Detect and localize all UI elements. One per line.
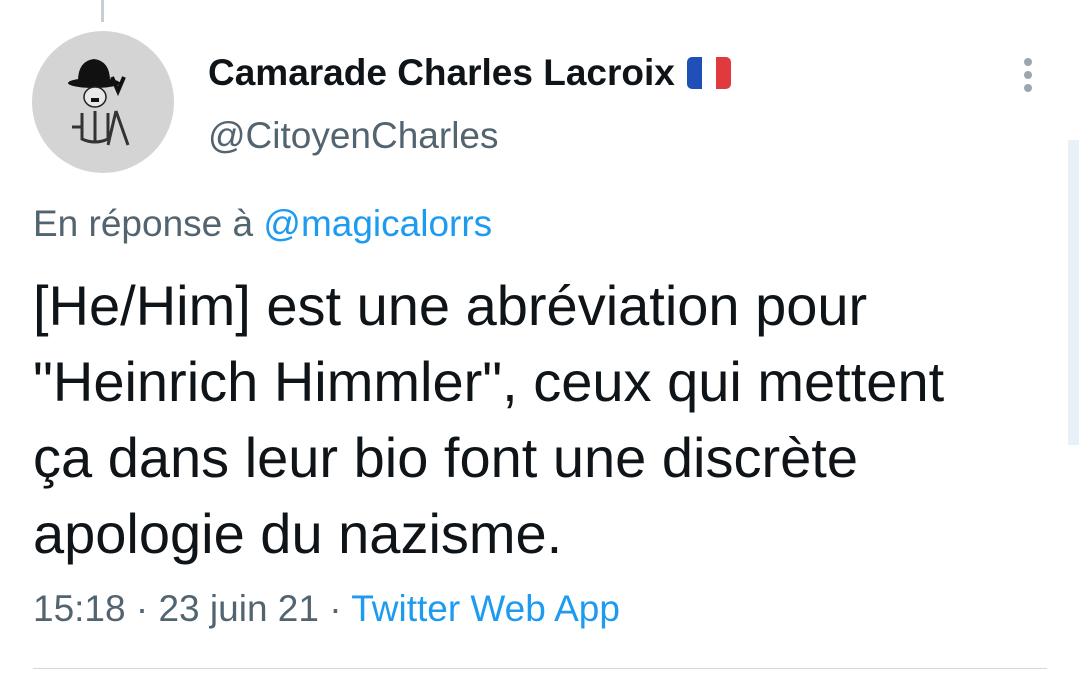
tweet-text: [He/Him] est une abréviation pour "Heinr…	[33, 268, 1043, 572]
tweet-date[interactable]: 23 juin 21	[158, 588, 318, 629]
reply-mention-link[interactable]: @magicalorrs	[263, 203, 492, 244]
tweet-metadata: 15:18 · 23 juin 21 · Twitter Web App	[33, 588, 620, 630]
divider	[33, 668, 1047, 669]
reply-context: En réponse à @magicalorrs	[33, 203, 492, 245]
tweet-line: "Heinrich Himmler", ceux qui mettent	[33, 350, 945, 413]
flag-white-stripe	[701, 57, 717, 89]
thread-connector-line	[101, 0, 104, 22]
author-name-text: Camarade Charles Lacroix	[208, 52, 675, 93]
tweet-line: [He/Him] est une abréviation pour	[33, 274, 868, 337]
more-dot	[1024, 58, 1032, 66]
more-options-icon[interactable]	[1010, 52, 1046, 98]
tweet-source-link[interactable]: Twitter Web App	[351, 588, 620, 629]
avatar-illustration	[68, 59, 130, 146]
avatar[interactable]	[32, 31, 174, 173]
more-dot	[1024, 84, 1032, 92]
tweet-line: ça dans leur bio font une discrète	[33, 426, 858, 489]
author-handle[interactable]: @CitoyenCharles	[208, 115, 499, 157]
france-flag-icon	[686, 57, 731, 89]
tweet-line: apologie du nazisme.	[33, 502, 563, 565]
reply-prefix: En réponse à	[33, 203, 254, 244]
tweet-time[interactable]: 15:18	[33, 588, 126, 629]
flag-blue-stripe	[686, 57, 702, 89]
meta-separator: ·	[329, 588, 342, 629]
meta-separator: ·	[135, 588, 149, 629]
author-display-name[interactable]: Camarade Charles Lacroix	[208, 50, 731, 96]
flag-red-stripe	[716, 57, 731, 89]
scrollbar-track[interactable]	[1068, 140, 1079, 445]
more-dot	[1024, 71, 1032, 79]
